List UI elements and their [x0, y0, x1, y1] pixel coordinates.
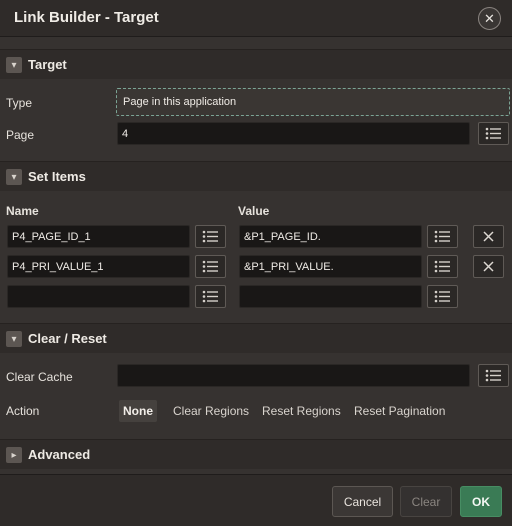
list-icon [485, 369, 501, 382]
type-label: Type [6, 96, 33, 110]
chevron-down-icon[interactable]: ▾ [6, 169, 22, 185]
set-items-section-header[interactable]: ▾ Set Items [0, 161, 512, 191]
list-icon [485, 127, 501, 140]
close-icon: ✕ [484, 10, 495, 26]
cancel-button[interactable]: Cancel [332, 486, 393, 517]
list-icon [434, 260, 450, 273]
name-column-header: Name [6, 204, 39, 218]
action-reset-pagination-option[interactable]: Reset Pagination [350, 400, 449, 422]
chevron-right-icon[interactable]: ▸ [6, 447, 22, 463]
remove-row-button[interactable] [473, 225, 504, 248]
action-clear-regions-option[interactable]: Clear Regions [169, 400, 253, 422]
page-label: Page [6, 128, 35, 142]
action-label: Action [6, 404, 40, 418]
list-icon [434, 290, 450, 303]
item-value-list-button[interactable] [427, 285, 458, 308]
item-name-input[interactable]: P4_PAGE_ID_1 [7, 225, 190, 248]
set-items-section-title: Set Items [28, 169, 86, 184]
item-name-list-button[interactable] [195, 285, 226, 308]
action-none-option[interactable]: None [119, 400, 157, 422]
item-name-input[interactable]: P4_PRI_VALUE_1 [7, 255, 190, 278]
close-icon [483, 261, 494, 272]
advanced-section-title: Advanced [28, 447, 91, 462]
list-icon [202, 230, 218, 243]
item-value-input[interactable] [239, 285, 422, 308]
list-icon [202, 260, 218, 273]
item-value-input[interactable]: &P1_PAGE_ID. [239, 225, 422, 248]
clear-button[interactable]: Clear [400, 486, 452, 517]
advanced-section-header[interactable]: ▸ Advanced [0, 439, 512, 469]
clear-reset-section-title: Clear / Reset [28, 331, 107, 346]
action-reset-regions-option[interactable]: Reset Regions [258, 400, 345, 422]
dialog-footer: Cancel Clear OK [0, 474, 512, 526]
item-value-list-button[interactable] [427, 225, 458, 248]
item-name-list-button[interactable] [195, 255, 226, 278]
item-name-input[interactable] [7, 285, 190, 308]
ok-button[interactable]: OK [460, 486, 502, 517]
clear-cache-list-button[interactable] [478, 364, 509, 387]
dialog-titlebar: Link Builder - Target ✕ [0, 0, 512, 37]
close-button[interactable]: ✕ [478, 7, 501, 30]
target-section-header[interactable]: ▾ Target [0, 49, 512, 79]
list-icon [202, 290, 218, 303]
page-input[interactable]: 4 [117, 122, 470, 145]
value-column-header: Value [238, 204, 270, 218]
page-list-button[interactable] [478, 122, 509, 145]
close-icon [483, 231, 494, 242]
list-icon [434, 230, 450, 243]
item-value-list-button[interactable] [427, 255, 458, 278]
remove-row-button[interactable] [473, 255, 504, 278]
type-select[interactable]: Page in this application [116, 88, 510, 116]
clear-cache-input[interactable] [117, 364, 470, 387]
dialog-title: Link Builder - Target [14, 9, 159, 26]
item-name-list-button[interactable] [195, 225, 226, 248]
chevron-down-icon[interactable]: ▾ [6, 57, 22, 73]
chevron-down-icon[interactable]: ▾ [6, 331, 22, 347]
clear-cache-label: Clear Cache [6, 370, 73, 384]
clear-reset-section-header[interactable]: ▾ Clear / Reset [0, 323, 512, 353]
target-section-title: Target [28, 57, 67, 72]
item-value-input[interactable]: &P1_PRI_VALUE. [239, 255, 422, 278]
